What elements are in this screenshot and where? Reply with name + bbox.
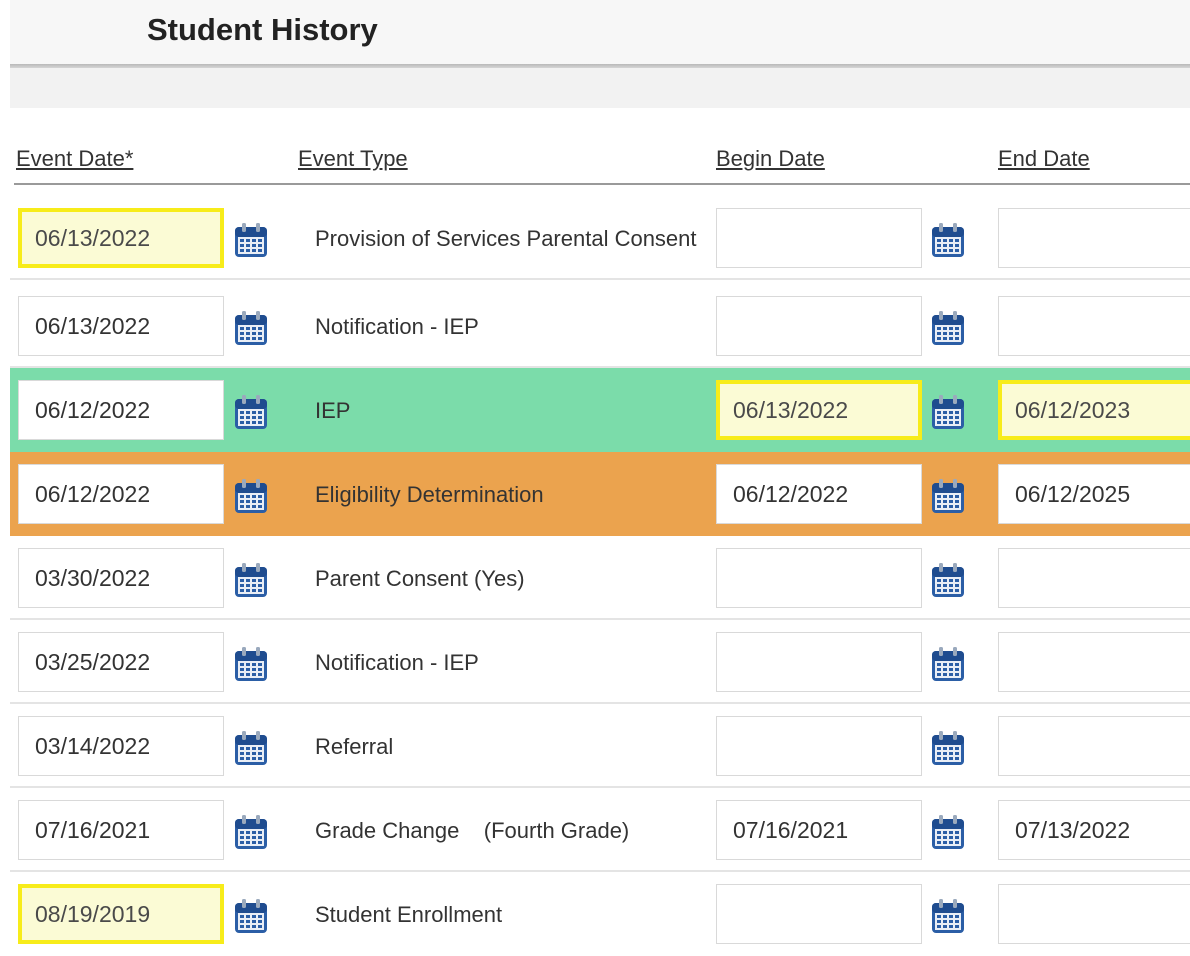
end-date-field[interactable]: 06/12/2025 [998, 464, 1190, 524]
end-date-field[interactable] [998, 208, 1190, 268]
begin-date-field[interactable]: 07/16/2021 [716, 800, 922, 860]
end-date-field[interactable]: 06/12/2023 [998, 380, 1190, 440]
table-row: 03/30/2022 Parent Consent (Yes) [10, 536, 1190, 620]
calendar-icon[interactable] [929, 393, 967, 431]
end-date-field[interactable] [998, 296, 1190, 356]
column-header-begin-date[interactable]: Begin Date [716, 146, 825, 172]
event-type-label: IEP [315, 397, 351, 423]
column-header-event-type[interactable]: Event Type [298, 146, 408, 172]
calendar-icon[interactable] [232, 393, 270, 431]
toolbar-band [10, 68, 1190, 108]
table-row: 06/13/2022 Provision of Services Parenta… [10, 196, 1190, 280]
table-row: 08/19/2019 Student Enrollment [10, 872, 1190, 956]
event-date-field[interactable]: 07/16/2021 [18, 800, 224, 860]
table-row-eligibility: 06/12/2022 Eligibility Determination 06/… [10, 452, 1190, 536]
calendar-icon[interactable] [232, 729, 270, 767]
begin-date-field[interactable] [716, 884, 922, 944]
calendar-icon[interactable] [929, 645, 967, 683]
calendar-icon[interactable] [929, 561, 967, 599]
table-row: 03/25/2022 Notification - IEP [10, 620, 1190, 704]
title-bar: Student History [10, 0, 1190, 64]
table-row: 06/13/2022 Notification - IEP [10, 284, 1190, 368]
begin-date-field[interactable]: 06/13/2022 [716, 380, 922, 440]
event-date-field[interactable]: 06/13/2022 [18, 296, 224, 356]
event-date-field[interactable]: 03/14/2022 [18, 716, 224, 776]
calendar-icon[interactable] [232, 897, 270, 935]
calendar-icon[interactable] [232, 221, 270, 259]
event-date-field[interactable]: 08/19/2019 [18, 884, 224, 944]
event-date-field[interactable]: 06/13/2022 [18, 208, 224, 268]
calendar-icon[interactable] [232, 477, 270, 515]
table-row: 07/16/2021 Grade Change (Fourth Grade) 0… [10, 788, 1190, 872]
table-row: 03/14/2022 Referral [10, 704, 1190, 788]
column-header-event-date[interactable]: Event Date* [16, 146, 133, 172]
header-divider [14, 183, 1190, 185]
end-date-field[interactable] [998, 884, 1190, 944]
column-header-end-date[interactable]: End Date [998, 146, 1090, 172]
begin-date-field[interactable]: 06/12/2022 [716, 464, 922, 524]
event-type-label: Student Enrollment [315, 901, 503, 927]
begin-date-field[interactable] [716, 632, 922, 692]
begin-date-field[interactable] [716, 296, 922, 356]
table-row-iep: 06/12/2022 IEP 06/13/2022 06/12/2023 [10, 368, 1190, 452]
calendar-icon[interactable] [232, 645, 270, 683]
end-date-field[interactable]: 07/13/2022 [998, 800, 1190, 860]
begin-date-field[interactable] [716, 716, 922, 776]
end-date-field[interactable] [998, 716, 1190, 776]
event-type-label: Eligibility Determination [315, 481, 544, 507]
end-date-field[interactable] [998, 548, 1190, 608]
event-date-field[interactable]: 03/30/2022 [18, 548, 224, 608]
event-type-label: Referral [315, 733, 394, 759]
begin-date-field[interactable] [716, 208, 922, 268]
event-date-field[interactable]: 06/12/2022 [18, 464, 224, 524]
calendar-icon[interactable] [232, 813, 270, 851]
end-date-field[interactable] [998, 632, 1190, 692]
calendar-icon[interactable] [232, 561, 270, 599]
event-type-label: Parent Consent (Yes) [315, 565, 525, 591]
calendar-icon[interactable] [929, 309, 967, 347]
event-date-field[interactable]: 06/12/2022 [18, 380, 224, 440]
calendar-icon[interactable] [929, 897, 967, 935]
calendar-icon[interactable] [929, 221, 967, 259]
begin-date-field[interactable] [716, 548, 922, 608]
event-type-label: Grade Change (Fourth Grade) [315, 817, 630, 843]
calendar-icon[interactable] [929, 729, 967, 767]
calendar-icon[interactable] [929, 477, 967, 515]
event-type-label: Provision of Services Parental Consent [315, 225, 697, 251]
event-type-label: Notification - IEP [315, 649, 479, 675]
calendar-icon[interactable] [929, 813, 967, 851]
event-type-label: Notification - IEP [315, 313, 479, 339]
calendar-icon[interactable] [232, 309, 270, 347]
event-date-field[interactable]: 03/25/2022 [18, 632, 224, 692]
page-title: Student History [147, 12, 378, 47]
